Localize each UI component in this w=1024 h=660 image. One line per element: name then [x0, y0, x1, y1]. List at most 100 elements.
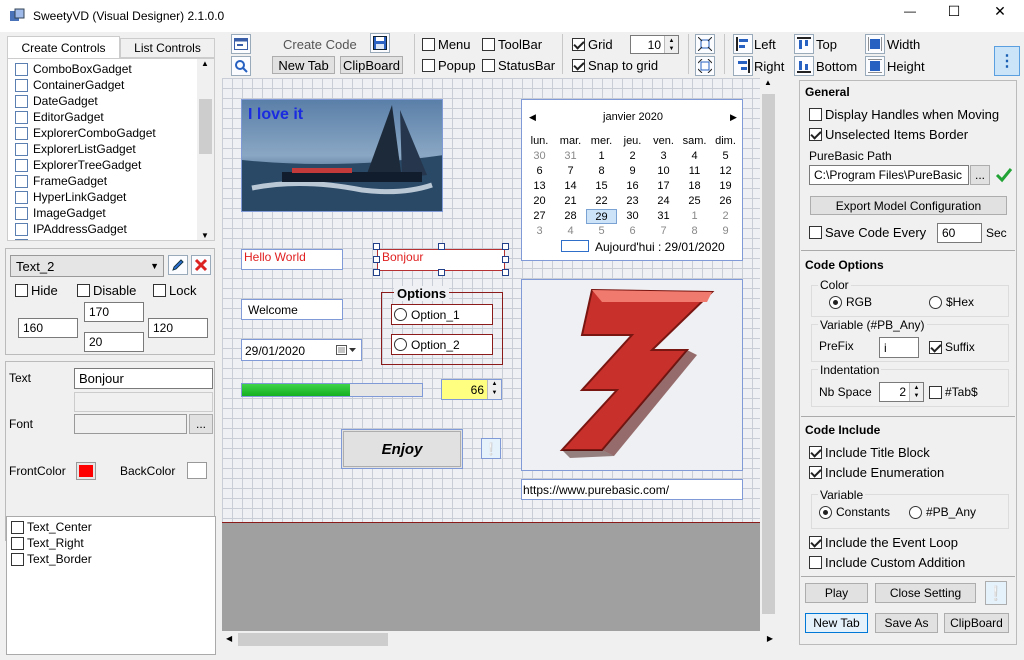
- calendar-today[interactable]: Aujourd'hui : 29/01/2020: [595, 240, 725, 254]
- list-item[interactable]: ContainerGadget: [11, 77, 196, 93]
- help-button[interactable]: ❕: [985, 581, 1007, 605]
- frontcolor-swatch[interactable]: [76, 462, 96, 480]
- unselected-border-checkbox[interactable]: Unselected Items Border: [809, 127, 968, 142]
- save-icon[interactable]: [370, 33, 390, 53]
- resize-handle[interactable]: [438, 269, 445, 276]
- calendar-day[interactable]: 15: [586, 179, 617, 194]
- popup-checkbox[interactable]: Popup: [422, 58, 476, 73]
- pb-path-browse-button[interactable]: ...: [970, 165, 990, 185]
- vertical-scrollbar[interactable]: ▲: [760, 78, 777, 631]
- gadget-select[interactable]: Text_2 ▼: [10, 255, 164, 277]
- z-logo-image[interactable]: [521, 279, 743, 471]
- list-item[interactable]: ExplorerListGadget: [11, 141, 196, 157]
- calendar-day[interactable]: 20: [524, 194, 555, 209]
- calendar-day[interactable]: 27: [524, 209, 555, 224]
- calendar-day[interactable]: 29: [586, 209, 617, 224]
- flag-text-center[interactable]: Text_Center: [11, 520, 92, 534]
- align-bottom-icon[interactable]: [794, 56, 814, 76]
- calendar-day[interactable]: 30: [617, 209, 648, 224]
- height-label[interactable]: Height: [887, 59, 925, 74]
- calendar-day[interactable]: 25: [679, 194, 710, 209]
- list-item[interactable]: FrameGadget: [11, 173, 196, 189]
- zoom-icon[interactable]: [231, 56, 251, 76]
- stepper-arrows-icon[interactable]: ▲ ▼: [909, 383, 923, 401]
- pb-any-radio[interactable]: #PB_Any: [909, 505, 976, 519]
- create-code-label[interactable]: Create Code: [283, 37, 357, 52]
- width-label[interactable]: Width: [887, 37, 920, 52]
- calendar-day[interactable]: 21: [555, 194, 586, 209]
- list-item[interactable]: EditorGadget: [11, 109, 196, 125]
- design-form[interactable]: I love it ◀ janvier 2020 ▶ lun. mar. mer. j…: [222, 78, 768, 525]
- resize-handle[interactable]: [438, 243, 445, 250]
- calendar-day[interactable]: 24: [648, 194, 679, 209]
- calendar-day[interactable]: 2: [710, 209, 741, 224]
- minimize-button[interactable]: —: [896, 4, 924, 26]
- height-icon[interactable]: [865, 56, 885, 76]
- calendar-day[interactable]: 19: [710, 179, 741, 194]
- calendar-day[interactable]: 11: [679, 164, 710, 179]
- play-button[interactable]: Play: [805, 583, 868, 603]
- align-left-icon[interactable]: [733, 34, 753, 54]
- calendar-dropdown-icon[interactable]: [336, 344, 358, 359]
- align-left-label[interactable]: Left: [754, 37, 776, 52]
- x-field[interactable]: 160: [18, 318, 78, 338]
- prefix-field[interactable]: i: [879, 337, 919, 358]
- display-handles-checkbox[interactable]: Display Handles when Moving: [809, 107, 999, 122]
- list-item[interactable]: ExplorerTreeGadget: [11, 157, 196, 173]
- url-hyperlink[interactable]: https://www.purebasic.com/: [521, 479, 743, 500]
- calendar-month[interactable]: janvier 2020: [522, 111, 744, 123]
- grid-checkbox[interactable]: Grid: [572, 37, 613, 52]
- text-extra-field[interactable]: [74, 392, 213, 412]
- flag-text-border[interactable]: Text_Border: [11, 552, 92, 566]
- enjoy-button[interactable]: Enjoy: [341, 429, 463, 469]
- calendar-day[interactable]: 30: [524, 149, 555, 164]
- tab-create-controls[interactable]: Create Controls: [7, 36, 120, 58]
- font-button[interactable]: ...: [189, 414, 213, 434]
- text-field[interactable]: Bonjour: [74, 368, 213, 389]
- snap-checkbox[interactable]: Snap to grid: [572, 58, 658, 73]
- statusbar-checkbox[interactable]: StatusBar: [482, 58, 555, 73]
- h-field[interactable]: 20: [84, 332, 144, 352]
- calendar-day[interactable]: 9: [710, 224, 741, 239]
- list-item[interactable]: ExplorerComboGadget: [11, 125, 196, 141]
- hex-radio[interactable]: $Hex: [929, 295, 974, 309]
- calendar-day[interactable]: 13: [524, 179, 555, 194]
- calendar-day[interactable]: 6: [524, 164, 555, 179]
- calendar-day[interactable]: 4: [555, 224, 586, 239]
- calendar-day[interactable]: 17: [648, 179, 679, 194]
- align-right-label[interactable]: Right: [754, 59, 784, 74]
- event-loop-checkbox[interactable]: Include the Event Loop: [809, 535, 958, 550]
- calendar-day[interactable]: 10: [648, 164, 679, 179]
- calendar-day[interactable]: 6: [617, 224, 648, 239]
- form-icon[interactable]: [231, 34, 251, 54]
- list-item[interactable]: ListIconGadget: [11, 237, 196, 240]
- calendar-gadget[interactable]: ◀ janvier 2020 ▶ lun. mar. mer. jeu. ven. sam…: [521, 99, 743, 261]
- list-item[interactable]: HyperLinkGadget: [11, 189, 196, 205]
- calendar-day[interactable]: 18: [679, 179, 710, 194]
- close-button[interactable]: ✕: [986, 3, 1014, 25]
- lock-checkbox[interactable]: Lock: [153, 283, 196, 298]
- new-tab-button[interactable]: New Tab: [272, 56, 335, 74]
- welcome-string[interactable]: Welcome: [241, 299, 343, 320]
- resize-handle[interactable]: [502, 243, 509, 250]
- enumeration-checkbox[interactable]: Include Enumeration: [809, 465, 944, 480]
- calendar-day[interactable]: 26: [710, 194, 741, 209]
- clipboard-button[interactable]: ClipBoard: [340, 56, 403, 74]
- align-icon[interactable]: [695, 34, 715, 54]
- list-item[interactable]: IPAddressGadget: [11, 221, 196, 237]
- resize-handle[interactable]: [502, 256, 509, 263]
- constants-radio[interactable]: Constants: [819, 505, 890, 519]
- calendar-day[interactable]: 8: [679, 224, 710, 239]
- stepper-arrows-icon[interactable]: ▲ ▼: [487, 380, 501, 399]
- calendar-day[interactable]: 7: [555, 164, 586, 179]
- toolbar-checkbox[interactable]: ToolBar: [482, 37, 542, 52]
- maximize-button[interactable]: ☐: [940, 3, 968, 25]
- new-tab-button-right[interactable]: New Tab: [805, 613, 868, 633]
- calendar-day[interactable]: 31: [648, 209, 679, 224]
- stepper-arrows-icon[interactable]: ▲ ▼: [664, 36, 678, 53]
- y-field[interactable]: 170: [84, 302, 144, 322]
- calendar-day[interactable]: 7: [648, 224, 679, 239]
- align-right-icon[interactable]: [733, 56, 753, 76]
- gadget-list[interactable]: ComboBoxGadget ContainerGadget DateGadget E…: [7, 58, 215, 241]
- list-item[interactable]: ComboBoxGadget: [11, 61, 196, 77]
